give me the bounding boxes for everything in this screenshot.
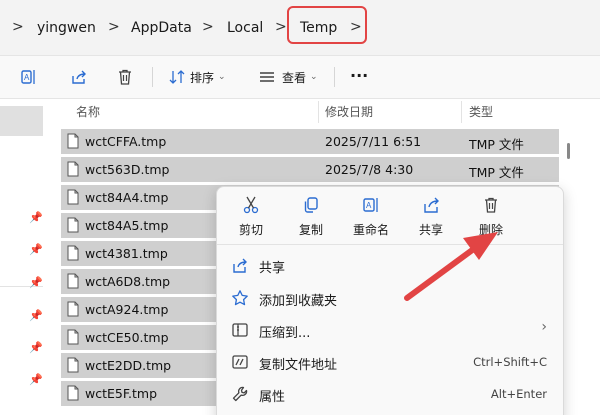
file-name: wctE2DD.tmp — [85, 358, 172, 373]
share-icon — [233, 258, 247, 273]
cut-label: 剪切 — [238, 223, 263, 237]
file-name: wct563D.tmp — [85, 162, 170, 177]
sidebar-selected-item[interactable] — [0, 106, 43, 136]
copy-button[interactable]: 复制 — [283, 195, 339, 238]
pin-icon[interactable]: 📌 — [29, 243, 43, 256]
path-icon — [232, 355, 248, 369]
view-button[interactable]: 查看 ⌄ — [258, 66, 318, 88]
trash-icon — [485, 197, 497, 213]
rename-button[interactable]: A 重命名 — [343, 195, 399, 238]
breadcrumb-item-local[interactable]: Local — [227, 20, 263, 36]
sort-label: 排序 — [190, 70, 215, 85]
menu-item-label: 共享 — [259, 261, 286, 276]
file-icon — [67, 273, 79, 289]
view-icon — [260, 72, 274, 82]
column-header-name[interactable]: 名称 — [76, 103, 100, 120]
share-icon[interactable] — [70, 66, 88, 88]
chevron-right-icon: > — [12, 19, 24, 35]
command-bar: A 排序 ⌄ 查看 ⌄ ··· — [0, 56, 600, 99]
menu-item-label: 属性 — [259, 390, 286, 405]
breadcrumb-item-appdata[interactable]: AppData — [131, 20, 192, 36]
chevron-right-icon: › — [541, 319, 547, 335]
file-icon — [67, 161, 79, 177]
file-name: wctA6D8.tmp — [85, 274, 171, 289]
pin-icon[interactable]: 📌 — [29, 211, 43, 224]
address-bar[interactable]: > yingwen > AppData > Local > Temp > — [0, 0, 600, 56]
view-label: 查看 — [282, 70, 307, 85]
file-icon — [67, 189, 79, 205]
column-divider — [318, 101, 319, 123]
highlight-box — [287, 6, 367, 44]
shortcut-text: Alt+Enter — [490, 387, 547, 401]
svg-text:A: A — [24, 73, 30, 82]
toolbar-divider — [334, 67, 335, 87]
pin-icon[interactable]: 📌 — [29, 373, 43, 386]
file-name: wctCE50.tmp — [85, 330, 169, 345]
menu-item-compress[interactable]: 压缩到... › — [217, 314, 563, 346]
annotation-arrow — [404, 232, 498, 301]
file-icon — [67, 217, 79, 233]
column-divider — [461, 101, 462, 123]
file-date: 2025/7/11 6:51 — [325, 134, 422, 149]
file-icon — [67, 133, 79, 149]
toolbar-divider — [152, 67, 153, 87]
file-name: wct84A5.tmp — [85, 218, 169, 233]
file-name: wctA924.tmp — [85, 302, 169, 317]
breadcrumb-item-yingwen[interactable]: yingwen — [37, 20, 96, 36]
pin-icon[interactable]: 📌 — [29, 341, 43, 354]
file-name: wct84A4.tmp — [85, 190, 169, 205]
column-header-type[interactable]: 类型 — [469, 103, 493, 120]
file-icon — [67, 301, 79, 317]
file-date: 2025/7/8 4:30 — [325, 162, 414, 177]
scrollbar-thumb[interactable] — [567, 143, 570, 159]
file-icon — [67, 329, 79, 345]
file-type: TMP 文件 — [469, 165, 524, 180]
chevron-right-icon: > — [202, 19, 214, 35]
pin-icon[interactable]: 📌 — [29, 276, 43, 289]
chevron-right-icon: > — [108, 19, 120, 35]
wrench-icon — [232, 386, 248, 402]
trash-icon[interactable] — [116, 66, 134, 88]
file-icon — [67, 357, 79, 373]
rename-icon[interactable]: A — [20, 66, 38, 88]
menu-item-label: 压缩到... — [259, 326, 311, 341]
menu-item-label: 添加到收藏夹 — [259, 294, 338, 309]
chevron-down-icon: ⌄ — [218, 72, 226, 82]
chevron-right-icon: > — [275, 19, 287, 35]
file-name: wctCFFA.tmp — [85, 134, 167, 149]
cut-button[interactable]: 剪切 — [223, 195, 279, 238]
file-row[interactable]: wct563D.tmp 2025/7/8 4:30 TMP 文件 — [61, 157, 559, 182]
sort-button[interactable]: 排序 ⌄ — [168, 66, 226, 88]
menu-item-properties[interactable]: 属性 Alt+Enter — [217, 378, 563, 410]
file-name: wct4381.tmp — [85, 246, 168, 261]
star-icon — [232, 290, 248, 306]
chevron-down-icon: ⌄ — [310, 72, 318, 82]
column-header-date[interactable]: 修改日期 — [325, 103, 373, 120]
zip-icon — [232, 323, 248, 337]
copy-icon — [304, 197, 318, 213]
navigation-pane — [0, 100, 55, 415]
sort-icon — [169, 70, 185, 84]
menu-item-copy-path[interactable]: 复制文件地址 Ctrl+Shift+C — [217, 346, 563, 378]
copy-label: 复制 — [298, 223, 323, 237]
share-icon — [424, 197, 439, 213]
shortcut-text: Ctrl+Shift+C — [473, 355, 547, 369]
file-name: wctE5F.tmp — [85, 386, 158, 401]
more-options-button[interactable]: ··· — [350, 64, 368, 86]
file-type: TMP 文件 — [469, 137, 524, 152]
pin-icon[interactable]: 📌 — [29, 309, 43, 322]
scissors-icon — [243, 196, 259, 214]
file-icon — [67, 245, 79, 261]
svg-text:A: A — [366, 201, 372, 210]
file-row[interactable]: wctCFFA.tmp 2025/7/11 6:51 TMP 文件 — [61, 129, 559, 154]
rename-label: 重命名 — [352, 223, 389, 237]
file-icon — [67, 385, 79, 401]
rename-icon: A — [363, 198, 378, 212]
menu-item-label: 复制文件地址 — [259, 358, 338, 373]
